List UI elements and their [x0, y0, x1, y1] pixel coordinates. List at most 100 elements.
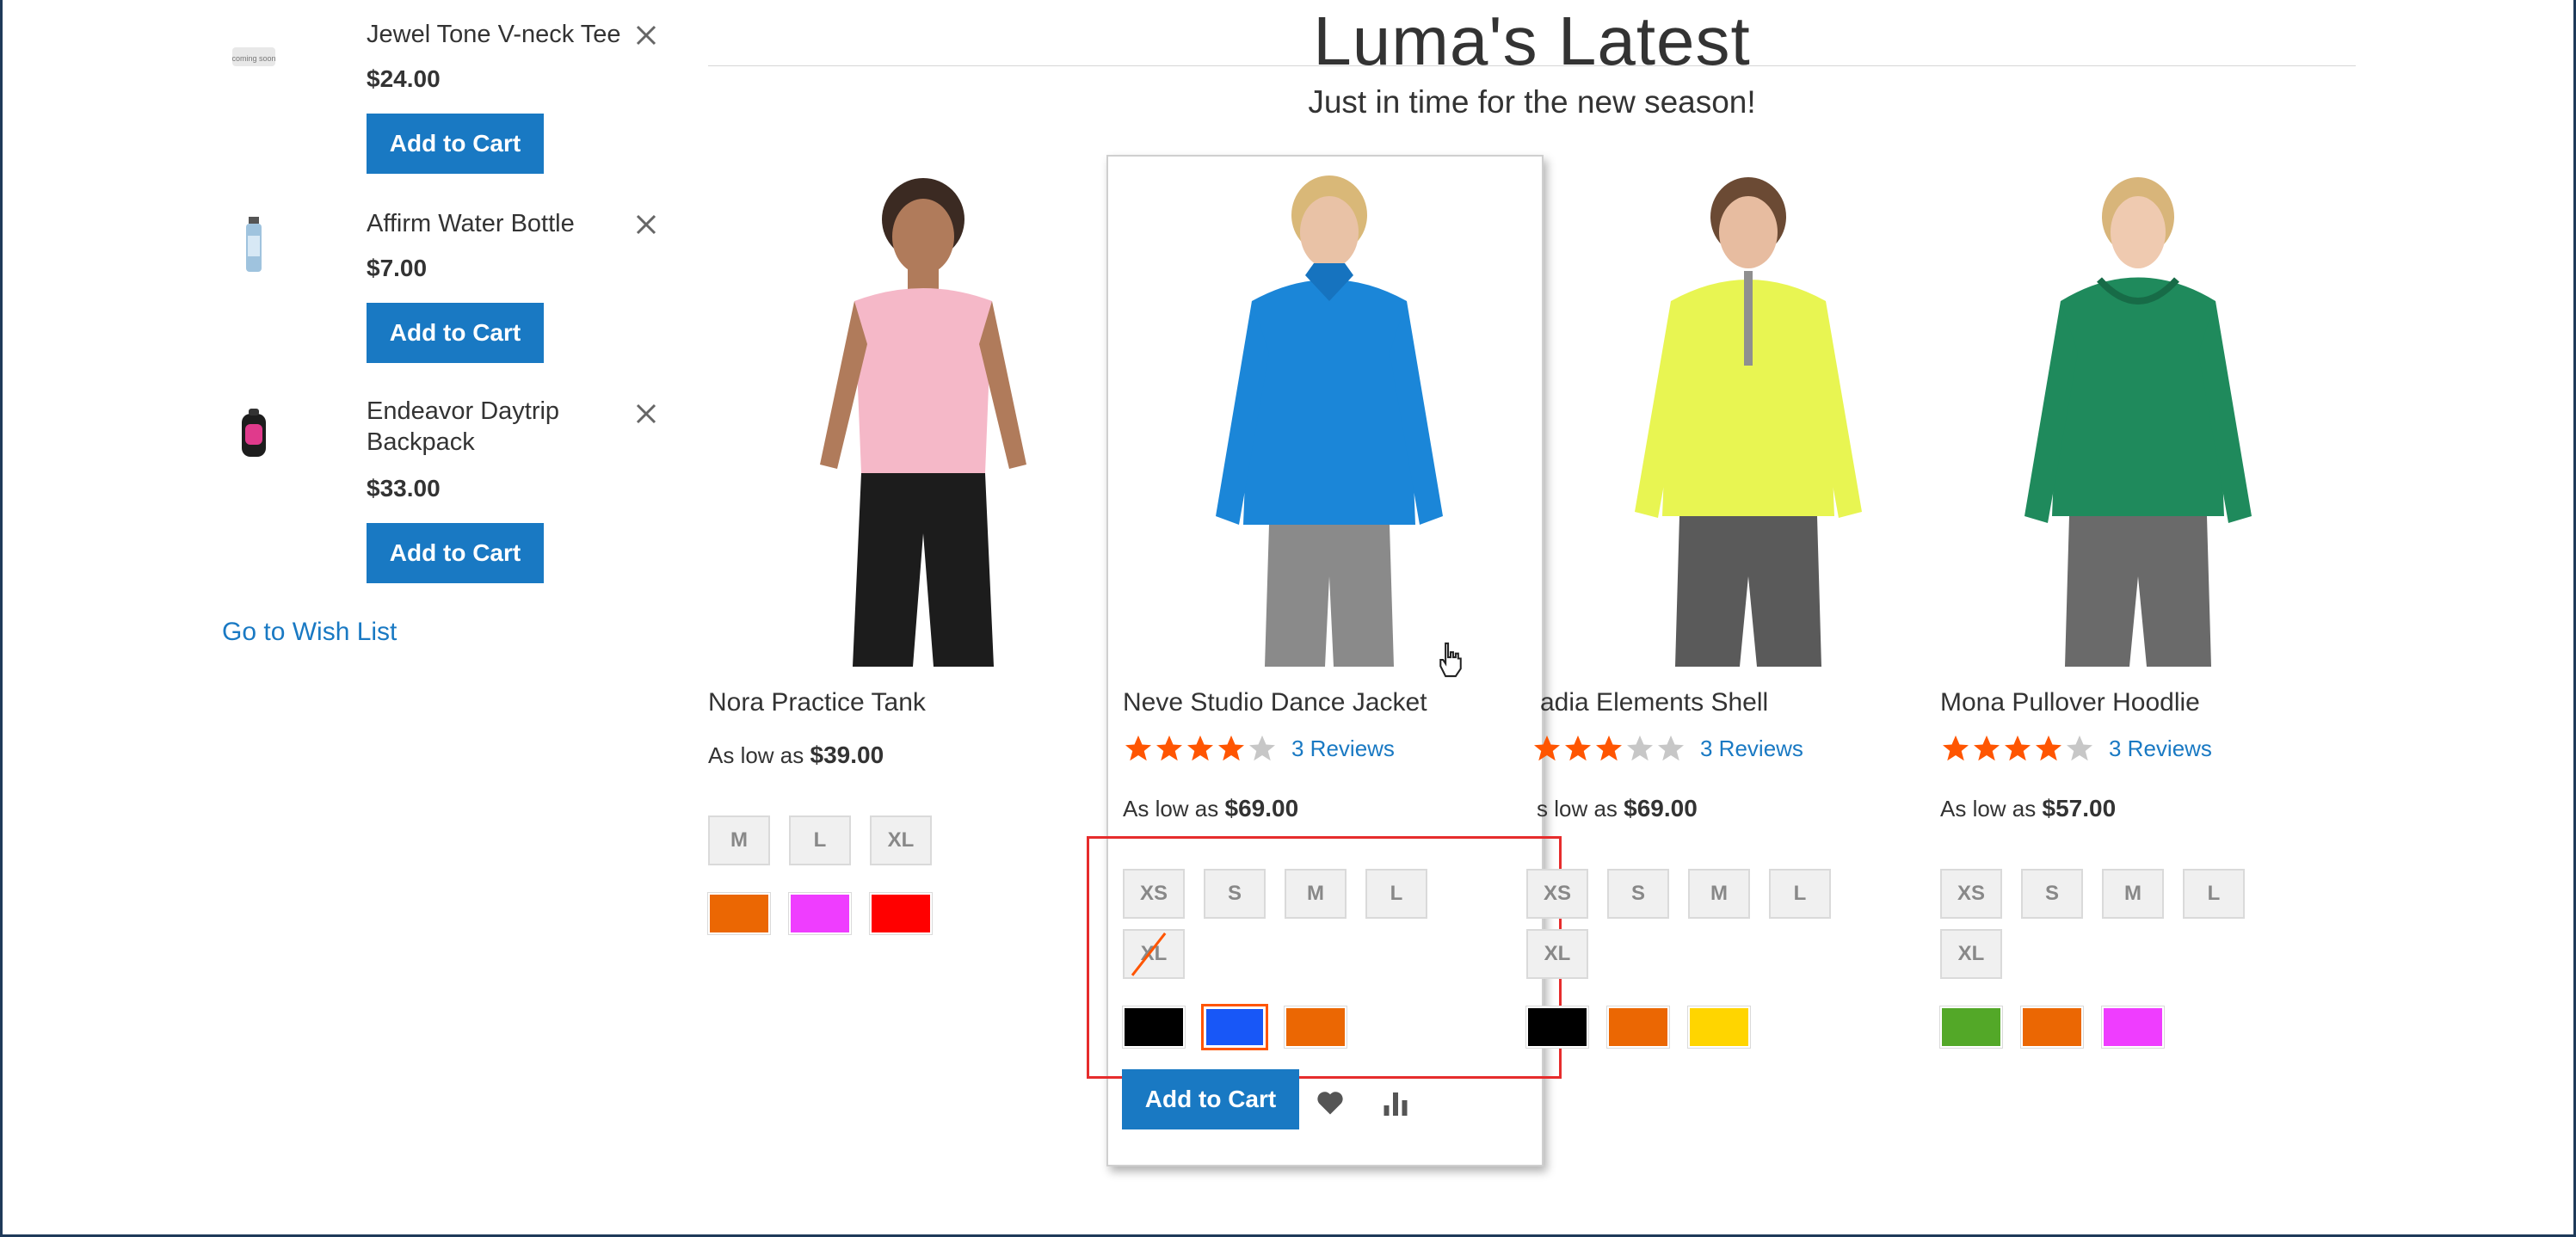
product-price: As low as $39.00 — [708, 742, 884, 769]
remove-icon[interactable] — [633, 401, 659, 427]
product-name[interactable]: adia Elements Shell — [1540, 688, 1768, 717]
hand-cursor-icon — [1439, 642, 1462, 678]
wishlist-item-price: $7.00 — [367, 255, 428, 281]
add-to-cart-button[interactable]: Add to Cart — [367, 523, 544, 583]
add-to-cart-button[interactable]: Add to Cart — [367, 114, 544, 174]
star-icon — [1125, 735, 1151, 761]
product-image[interactable] — [708, 172, 1112, 667]
coming-soon-image: coming soon — [231, 47, 276, 66]
color-swatches — [1525, 1006, 1751, 1049]
wishlist-item-name[interactable]: Endeavor Daytrip Backpack — [367, 396, 625, 458]
star-icon — [1974, 735, 2000, 761]
heart-icon[interactable] — [1315, 1087, 1346, 1118]
star-icon — [2005, 735, 2031, 761]
product-name[interactable]: Mona Pullover Hoodlie — [1940, 688, 2200, 717]
section-subtitle: Just in time for the new season! — [1308, 84, 1756, 120]
highlight-box — [1087, 836, 1562, 1079]
star-icon — [2036, 735, 2061, 761]
product-image[interactable] — [1533, 172, 1938, 667]
size-option[interactable]: L — [789, 815, 851, 865]
rating-stars — [1531, 733, 1686, 764]
size-option[interactable]: M — [1688, 869, 1750, 919]
wishlist-item-price: $33.00 — [367, 475, 441, 502]
product-thumbnail[interactable] — [222, 403, 286, 466]
price-value: $39.00 — [810, 742, 884, 768]
star-icon — [1627, 735, 1653, 761]
star-icon — [1187, 735, 1213, 761]
size-option[interactable]: XL — [870, 815, 932, 865]
color-option[interactable] — [1525, 1006, 1589, 1049]
product-image[interactable] — [1940, 172, 2345, 667]
product-rating: 3 Reviews — [1123, 733, 1395, 764]
size-swatches: XS S M L — [1526, 869, 1831, 919]
product-rating: 3 Reviews — [1940, 733, 2212, 764]
reviews-link[interactable]: 3 Reviews — [1700, 735, 1803, 762]
water-bottle-image — [246, 217, 262, 272]
wishlist-item-name[interactable]: Jewel Tone V-neck Tee — [367, 19, 625, 50]
size-option[interactable]: L — [2183, 869, 2245, 919]
size-option[interactable]: XL — [1940, 929, 2002, 979]
price-value: $57.00 — [2042, 795, 2117, 822]
remove-icon[interactable] — [633, 22, 659, 48]
reviews-link[interactable]: 3 Reviews — [2109, 735, 2212, 762]
size-option[interactable]: XS — [1526, 869, 1588, 919]
add-to-cart-button[interactable]: Add to Cart — [367, 303, 544, 363]
star-icon — [1218, 735, 1244, 761]
color-swatches — [1939, 1006, 2165, 1049]
product-price: As low as $69.00 — [1123, 795, 1298, 822]
thumb-text: coming soon — [231, 54, 275, 63]
title-divider — [708, 65, 2356, 66]
product-thumbnail[interactable]: coming soon — [222, 26, 286, 89]
compare-icon[interactable] — [1380, 1087, 1411, 1118]
wishlist-item-name[interactable]: Affirm Water Bottle — [367, 208, 625, 239]
color-swatches — [707, 892, 933, 935]
color-option[interactable] — [707, 892, 771, 935]
product-name[interactable]: Nora Practice Tank — [708, 688, 926, 717]
price-prefix: As low as — [1940, 796, 2037, 822]
size-option[interactable]: XS — [1940, 869, 2002, 919]
reviews-link[interactable]: 3 Reviews — [1291, 735, 1395, 762]
product-name[interactable]: Neve Studio Dance Jacket — [1123, 688, 1427, 717]
remove-icon[interactable] — [633, 212, 659, 237]
star-icon — [1943, 735, 1969, 761]
product-rating: 3 Reviews — [1531, 733, 1803, 764]
rating-stars — [1940, 733, 2095, 764]
color-option[interactable] — [2101, 1006, 2165, 1049]
color-option[interactable] — [1687, 1006, 1751, 1049]
size-option[interactable]: M — [2102, 869, 2164, 919]
size-swatches-row2: XL — [1526, 929, 1588, 979]
star-icon — [1596, 735, 1622, 761]
color-option[interactable] — [1939, 1006, 2003, 1049]
size-option[interactable]: S — [1607, 869, 1669, 919]
go-to-wishlist-link[interactable]: Go to Wish List — [222, 618, 397, 647]
price-prefix: As low as — [708, 742, 804, 768]
size-option[interactable]: M — [708, 815, 770, 865]
star-icon — [1156, 735, 1182, 761]
size-swatches-row2: XL — [1940, 929, 2002, 979]
window-border-left — [0, 0, 3, 1237]
price-value: $69.00 — [1224, 795, 1299, 822]
size-option[interactable]: S — [2021, 869, 2083, 919]
product-thumbnail[interactable] — [222, 213, 286, 277]
add-to-cart-button[interactable]: Add to Cart — [1122, 1069, 1299, 1129]
price-prefix: As low as — [1123, 796, 1219, 822]
product-image[interactable] — [1123, 172, 1527, 667]
wishlist-item-price: $24.00 — [367, 65, 441, 92]
star-icon — [1534, 735, 1560, 761]
size-swatches: M L XL — [708, 815, 932, 865]
price-prefix: s low as — [1537, 796, 1618, 822]
rating-stars — [1123, 733, 1278, 764]
size-swatches: XS S M L — [1940, 869, 2245, 919]
color-option[interactable] — [869, 892, 933, 935]
star-icon — [2067, 735, 2092, 761]
size-option[interactable]: XL — [1526, 929, 1588, 979]
product-price: s low as $69.00 — [1537, 795, 1698, 822]
product-price: As low as $57.00 — [1940, 795, 2116, 822]
star-icon — [1565, 735, 1591, 761]
color-option[interactable] — [788, 892, 852, 935]
size-option[interactable]: L — [1769, 869, 1831, 919]
color-option[interactable] — [2020, 1006, 2084, 1049]
color-option[interactable] — [1606, 1006, 1670, 1049]
price-value: $69.00 — [1624, 795, 1698, 822]
star-icon — [1249, 735, 1275, 761]
